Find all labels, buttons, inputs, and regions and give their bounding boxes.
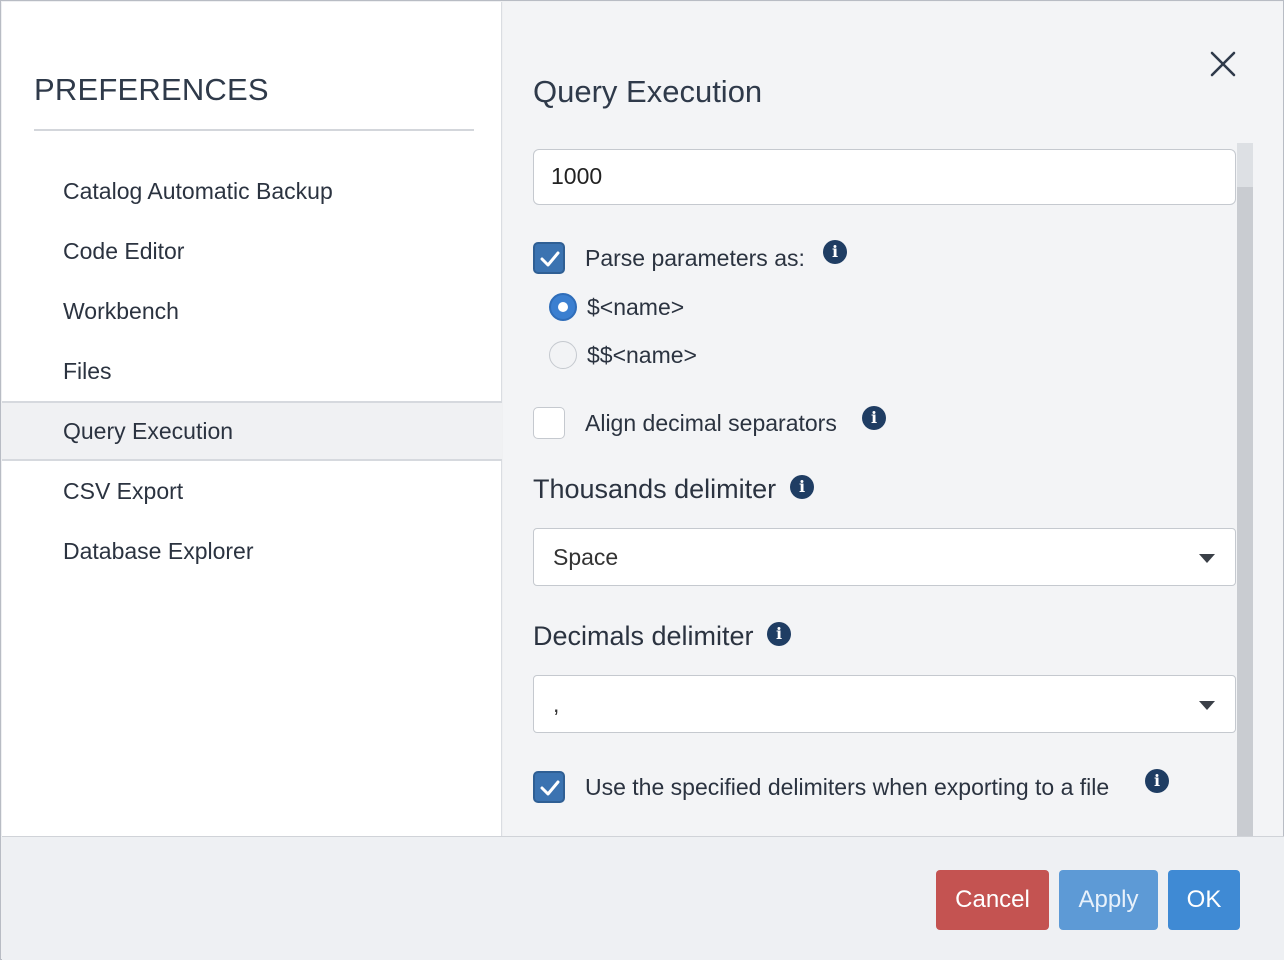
info-icon[interactable]: i xyxy=(790,475,814,499)
use-delimiters-label: Use the specified delimiters when export… xyxy=(585,774,1110,800)
cancel-button[interactable]: Cancel xyxy=(936,870,1049,930)
parse-parameters-label: Parse parameters as: xyxy=(585,245,805,271)
align-decimal-checkbox[interactable] xyxy=(533,407,565,439)
radio-single-dollar[interactable] xyxy=(549,293,577,321)
caret-down-icon xyxy=(1199,701,1215,710)
sidebar-title: PREFERENCES xyxy=(34,72,269,107)
dialog-footer: Cancel Apply OK xyxy=(2,836,1284,960)
decimals-delimiter-value: , xyxy=(553,691,560,717)
info-icon[interactable]: i xyxy=(1145,769,1169,793)
sidebar-item-catalog-automatic-backup[interactable]: Catalog Automatic Backup xyxy=(2,161,502,221)
section-title: Query Execution xyxy=(533,74,763,109)
thousands-delimiter-value: Space xyxy=(553,544,619,570)
radio-double-dollar[interactable] xyxy=(549,341,577,369)
thousands-delimiter-select[interactable]: Space xyxy=(533,528,1236,586)
checkmark-icon xyxy=(540,251,560,267)
info-icon[interactable]: i xyxy=(823,240,847,264)
thousands-delimiter-label: Thousands delimiter xyxy=(533,474,777,504)
sidebar-nav: Catalog Automatic Backup Code Editor Wor… xyxy=(2,161,502,581)
apply-button[interactable]: Apply xyxy=(1059,870,1158,930)
scrollbar[interactable] xyxy=(1237,143,1253,836)
settings-panel: Query Execution 1000 Parse parameters as… xyxy=(503,2,1283,836)
sidebar: PREFERENCES Catalog Automatic Backup Cod… xyxy=(2,2,502,836)
checkmark-icon xyxy=(540,780,560,796)
info-icon[interactable]: i xyxy=(862,406,886,430)
info-icon[interactable]: i xyxy=(767,622,791,646)
decimals-delimiter-label: Decimals delimiter xyxy=(533,621,754,651)
max-rows-input[interactable]: 1000 xyxy=(533,149,1236,205)
close-button[interactable] xyxy=(1203,44,1243,84)
parse-parameters-checkbox[interactable] xyxy=(533,242,565,274)
align-decimal-label: Align decimal separators xyxy=(585,410,837,436)
close-icon xyxy=(1210,51,1236,77)
preferences-dialog: PREFERENCES Catalog Automatic Backup Cod… xyxy=(0,0,1284,960)
radio-double-dollar-label: $$<name> xyxy=(587,342,697,368)
decimals-delimiter-select[interactable]: , xyxy=(533,675,1236,733)
sidebar-item-csv-export[interactable]: CSV Export xyxy=(2,461,502,521)
sidebar-item-files[interactable]: Files xyxy=(2,341,502,401)
use-delimiters-checkbox[interactable] xyxy=(533,771,565,803)
ok-button[interactable]: OK xyxy=(1168,870,1240,930)
sidebar-item-workbench[interactable]: Workbench xyxy=(2,281,502,341)
scrollbar-thumb[interactable] xyxy=(1237,143,1253,187)
radio-single-dollar-label: $<name> xyxy=(587,294,685,320)
sidebar-item-query-execution[interactable]: Query Execution xyxy=(2,401,502,461)
sidebar-divider xyxy=(34,129,474,131)
caret-down-icon xyxy=(1199,554,1215,563)
sidebar-item-code-editor[interactable]: Code Editor xyxy=(2,221,502,281)
sidebar-item-database-explorer[interactable]: Database Explorer xyxy=(2,521,502,581)
